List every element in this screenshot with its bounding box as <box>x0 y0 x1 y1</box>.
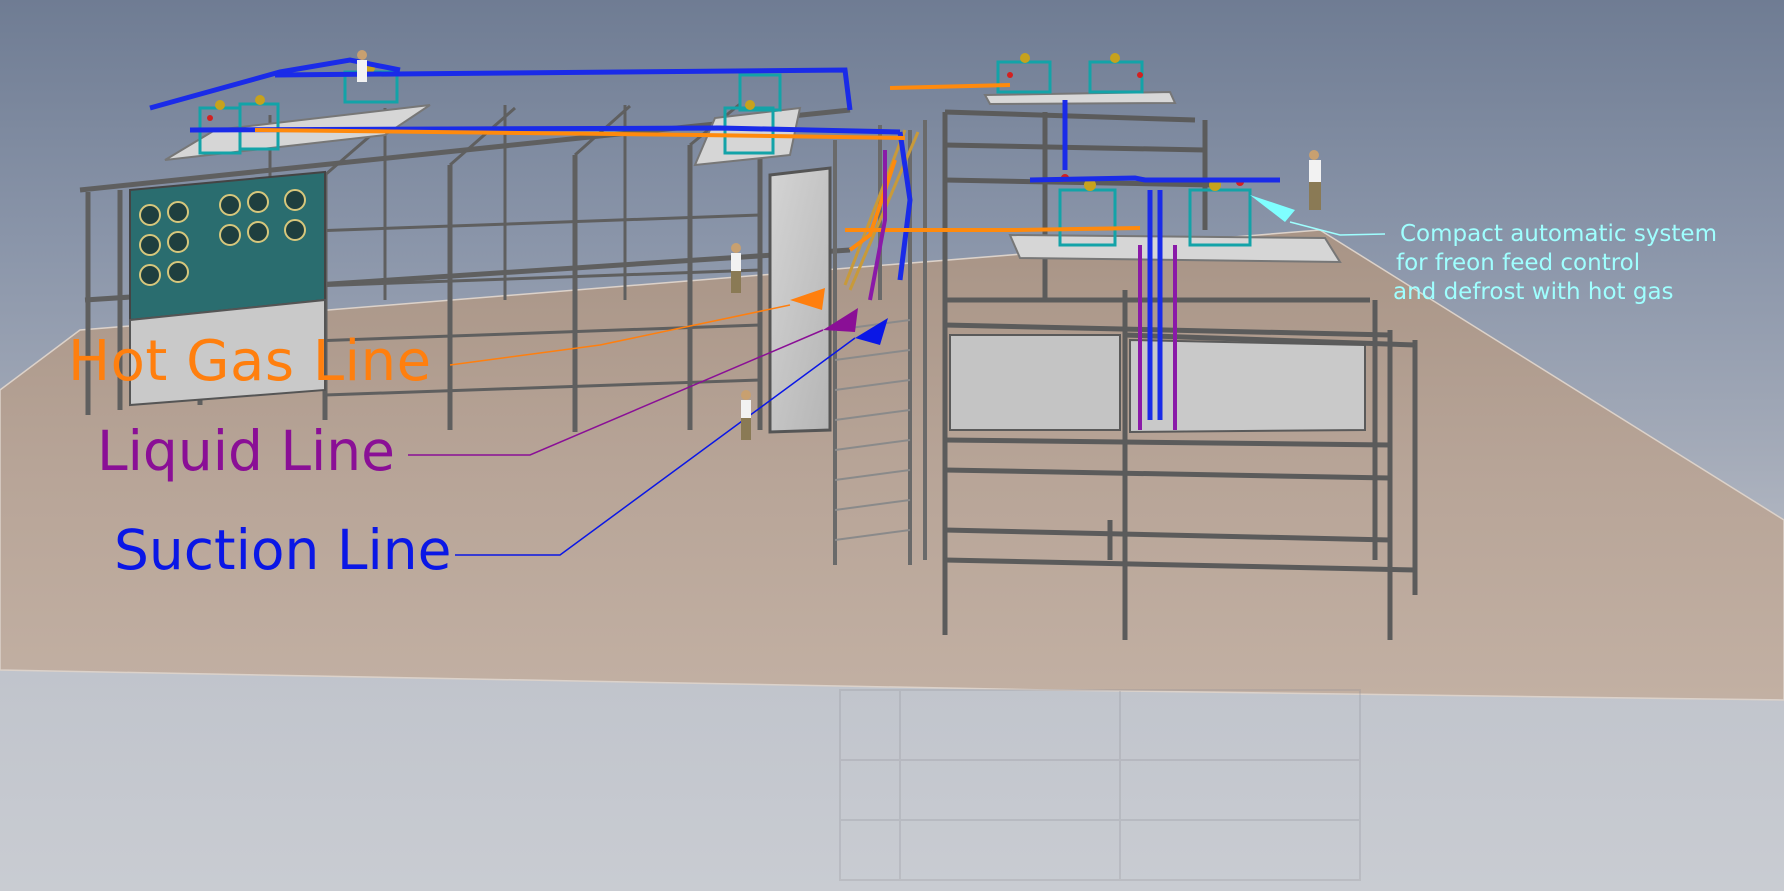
liquid-line-label: Liquid Line <box>97 419 395 483</box>
annotation-arrow <box>1250 195 1295 222</box>
right-panel-right <box>1129 338 1366 434</box>
hot-gas-line-label: Hot Gas Line <box>68 329 432 394</box>
annotation-line-1: Compact automatic system <box>1400 221 1717 247</box>
right-top-platform <box>983 90 1177 106</box>
annotation-line-3: and defrost with hot gas <box>1393 279 1674 305</box>
annotation-line-2: for freon feed control <box>1396 250 1641 276</box>
floor-reflection <box>839 689 1361 881</box>
right-panel-left <box>949 334 1121 431</box>
suction-line-label: Suction Line <box>114 518 452 582</box>
